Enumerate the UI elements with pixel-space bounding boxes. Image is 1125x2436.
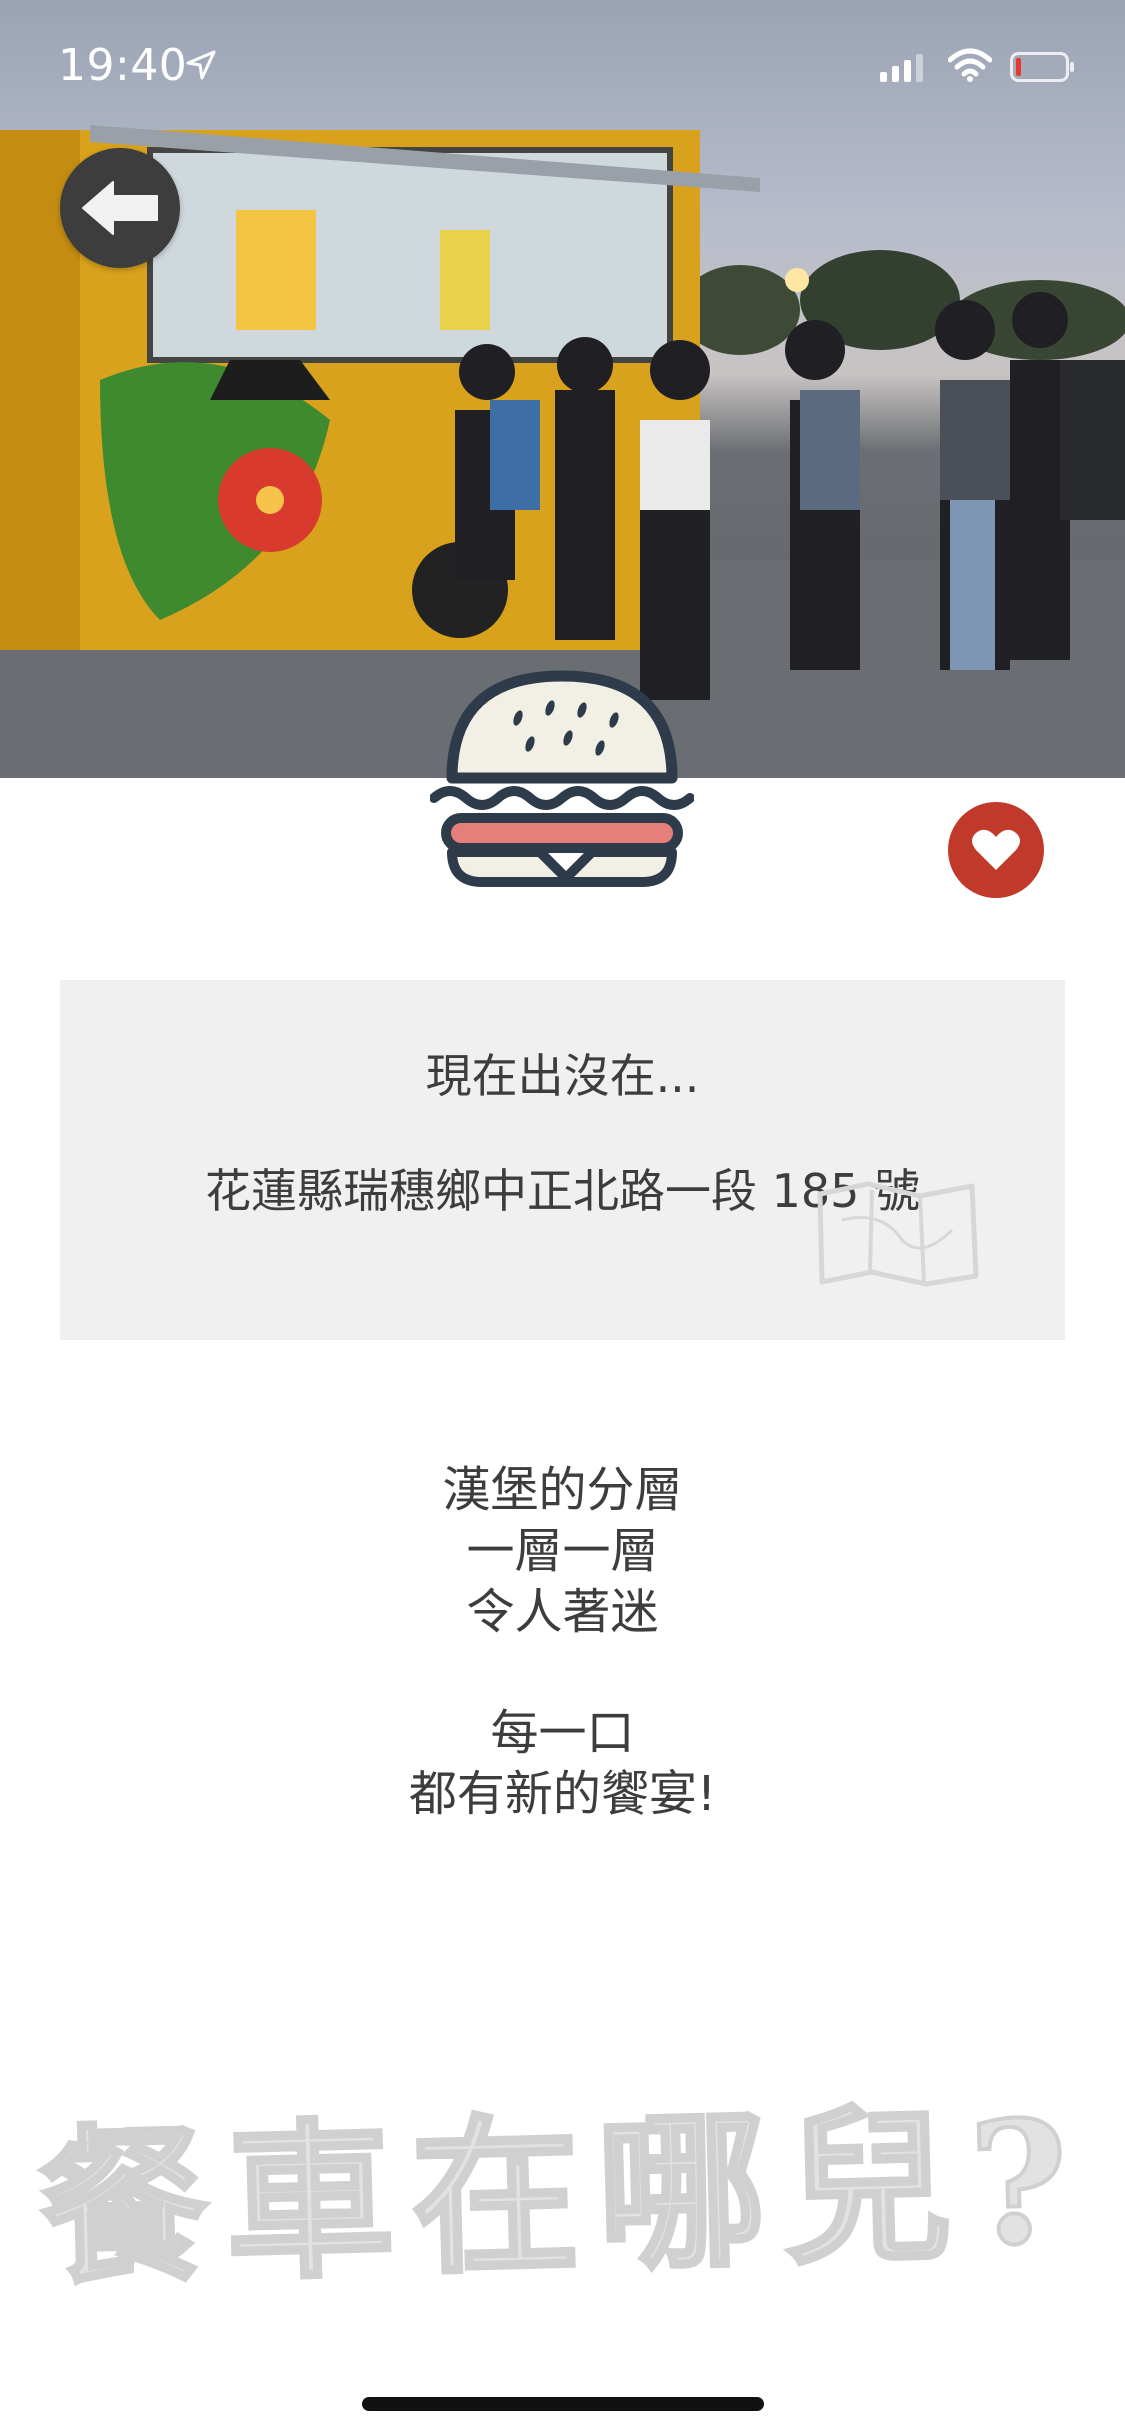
slogan-line: 令人著迷 <box>466 1584 659 1640</box>
location-arrow-icon <box>186 50 216 84</box>
battery-low-icon <box>1010 52 1076 86</box>
heart-icon <box>972 829 1020 870</box>
favorite-button[interactable] <box>948 802 1044 898</box>
slogan: 漢堡的分層 一層一層 令人著迷 每一口 都有新的饗宴! <box>0 1460 1125 1825</box>
slogan-line: 每一口 <box>490 1705 635 1761</box>
slogan-spacer <box>0 1643 1125 1703</box>
slogan-line: 一層一層 <box>466 1523 659 1579</box>
location-heading: 現在出沒在... <box>425 1049 700 1103</box>
brand-title: 餐車在哪兒? <box>35 2080 1090 2309</box>
location-card: 現在出沒在... 花蓮縣瑞穗鄉中正北路一段 185 號 <box>60 980 1065 1340</box>
burger-icon <box>429 668 695 894</box>
status-time: 19:40 <box>58 40 188 91</box>
wifi-icon <box>947 48 993 86</box>
back-button[interactable] <box>60 148 180 268</box>
status-bar: 19:40 <box>0 0 1125 132</box>
arrow-left-icon <box>82 181 158 235</box>
home-indicator[interactable] <box>362 2397 764 2411</box>
slogan-line: 漢堡的分層 <box>442 1462 683 1518</box>
map-icon <box>817 1181 979 1287</box>
cellular-signal-icon <box>880 54 924 86</box>
slogan-line: 都有新的饗宴! <box>408 1766 717 1822</box>
